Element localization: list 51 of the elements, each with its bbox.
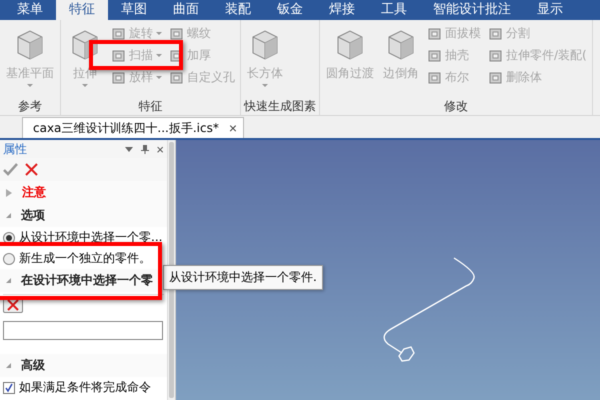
section-title: 注意 <box>22 184 46 201</box>
section-title: 选项 <box>21 207 45 224</box>
input-field[interactable] <box>3 321 163 340</box>
tool-icon <box>427 70 442 86</box>
tool-icon <box>111 26 126 42</box>
checkbox-label: 如果满足条件将完成命令 <box>19 379 151 396</box>
tick-icon <box>4 382 14 392</box>
collapse-icon[interactable] <box>6 363 11 368</box>
tool-icon <box>169 70 184 86</box>
collapse-icon[interactable] <box>6 213 11 218</box>
menu-tab[interactable]: 特征 <box>56 0 108 20</box>
tool-icon <box>111 48 126 64</box>
document-tab-label: caxa三维设计训练四十...扳手.ics* <box>33 120 219 136</box>
menu-tab[interactable]: 钣金 <box>264 0 316 20</box>
tool-icon <box>111 70 126 86</box>
menu-tab[interactable]: 装配 <box>212 0 264 20</box>
section-title: 高级 <box>21 357 45 374</box>
expand-icon[interactable] <box>6 188 12 196</box>
tool-icon <box>488 70 503 86</box>
check-icon <box>3 162 18 176</box>
radio-button[interactable] <box>3 232 15 244</box>
menu-tab[interactable]: 草图 <box>108 0 160 20</box>
collapse-icon[interactable] <box>6 278 11 283</box>
menu-tab[interactable]: 焊接 <box>316 0 368 20</box>
menu-tab[interactable]: 显示 <box>524 0 576 20</box>
menu-tab[interactable]: 曲面 <box>160 0 212 20</box>
menu-tab[interactable]: 工具 <box>368 0 420 20</box>
close-button[interactable]: × <box>156 142 164 156</box>
menu-tab[interactable]: 菜单 <box>4 0 56 20</box>
panel-title: 属性 <box>3 140 28 158</box>
close-button[interactable]: × <box>226 120 240 136</box>
tool-icon <box>427 26 442 42</box>
tool-icon <box>427 48 442 64</box>
cancel-icon <box>24 162 39 177</box>
radio-button[interactable] <box>3 252 15 264</box>
pin-icon <box>140 144 150 154</box>
menu-tab[interactable]: 智能设计批注 <box>420 0 524 20</box>
group-label: 特征 <box>138 98 164 115</box>
checkbox[interactable] <box>3 382 15 394</box>
group-label: 修改 <box>442 98 469 115</box>
dropdown-icon <box>124 144 134 154</box>
document-tab[interactable]: caxa三维设计训练四十...扳手.ics* × <box>22 117 244 138</box>
group-label: 快速生成图素 <box>244 98 316 115</box>
tool-icon <box>488 26 503 42</box>
radio-label: 新生成一个独立的零件。 <box>19 250 151 267</box>
section-title: 在设计环境中选择一个零 <box>21 272 153 289</box>
tooltip-text: 从设计环境中选择一个零件. <box>169 270 317 284</box>
tool-icon <box>169 26 184 42</box>
group-label: 参考 <box>17 98 43 115</box>
tool-icon <box>488 48 503 64</box>
cancel-icon <box>6 298 20 312</box>
